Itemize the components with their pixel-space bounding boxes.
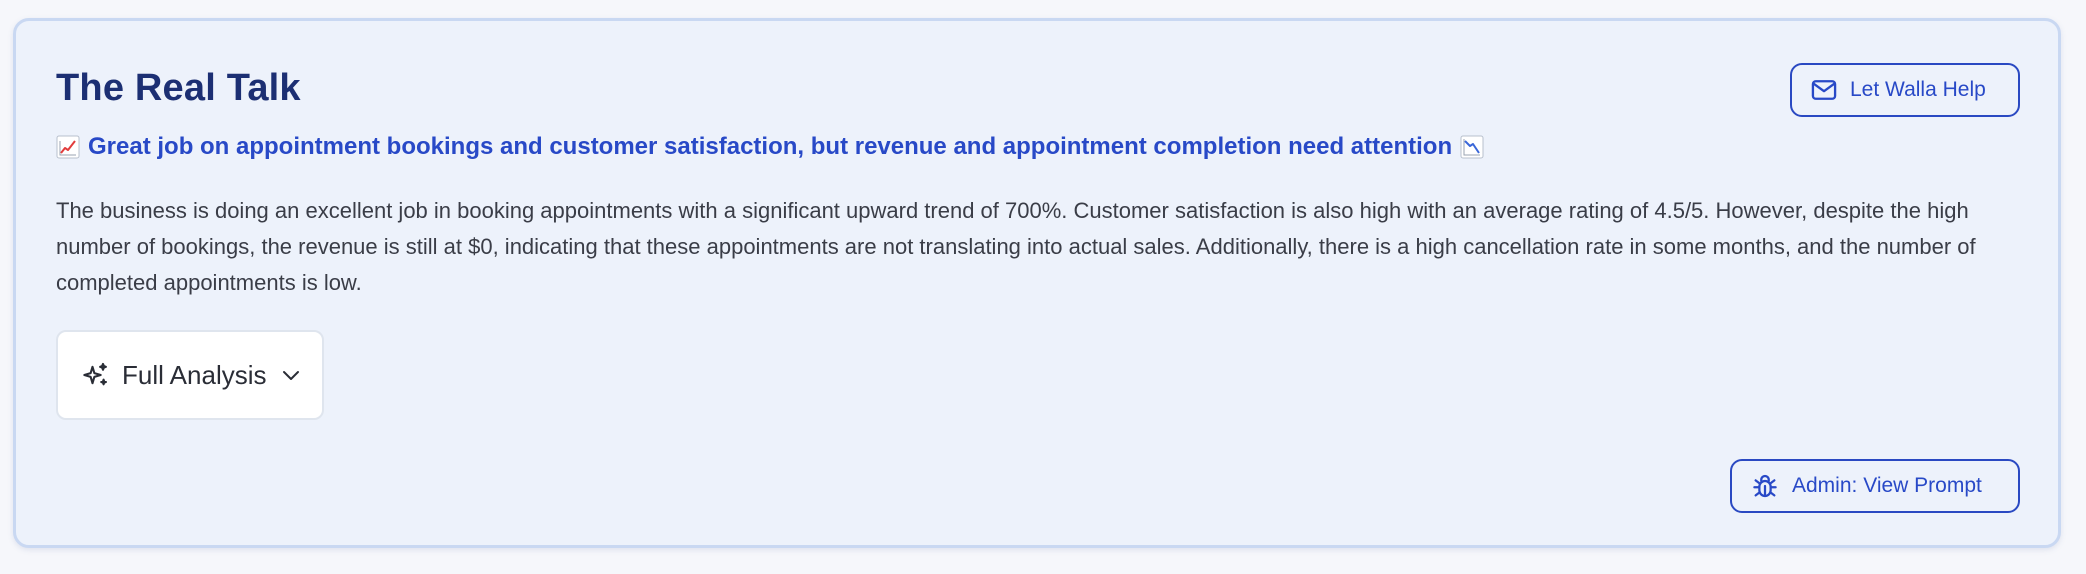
let-walla-help-label: Let Walla Help bbox=[1850, 78, 1986, 101]
let-walla-help-button[interactable]: Let Walla Help bbox=[1790, 63, 2020, 117]
chart-decreasing-icon bbox=[1460, 135, 1484, 159]
summary-headline: Great job on appointment bookings and cu… bbox=[56, 133, 1484, 161]
real-talk-card: The Real Talk Let Walla Help Great job o… bbox=[13, 18, 2061, 548]
chevron-down-icon bbox=[279, 363, 303, 387]
card-title: The Real Talk bbox=[56, 67, 301, 109]
bug-icon bbox=[1750, 471, 1780, 501]
mail-icon bbox=[1810, 76, 1838, 104]
admin-view-prompt-button[interactable]: Admin: View Prompt bbox=[1730, 459, 2020, 513]
admin-view-prompt-label: Admin: View Prompt bbox=[1792, 474, 1982, 497]
full-analysis-toggle[interactable]: Full Analysis bbox=[56, 330, 324, 420]
full-analysis-label: Full Analysis bbox=[122, 359, 267, 390]
sparkles-icon bbox=[82, 361, 110, 389]
headline-text: Great job on appointment bookings and cu… bbox=[88, 133, 1453, 160]
chart-increasing-icon bbox=[56, 135, 80, 159]
analysis-summary-text: The business is doing an excellent job i… bbox=[56, 198, 1976, 295]
